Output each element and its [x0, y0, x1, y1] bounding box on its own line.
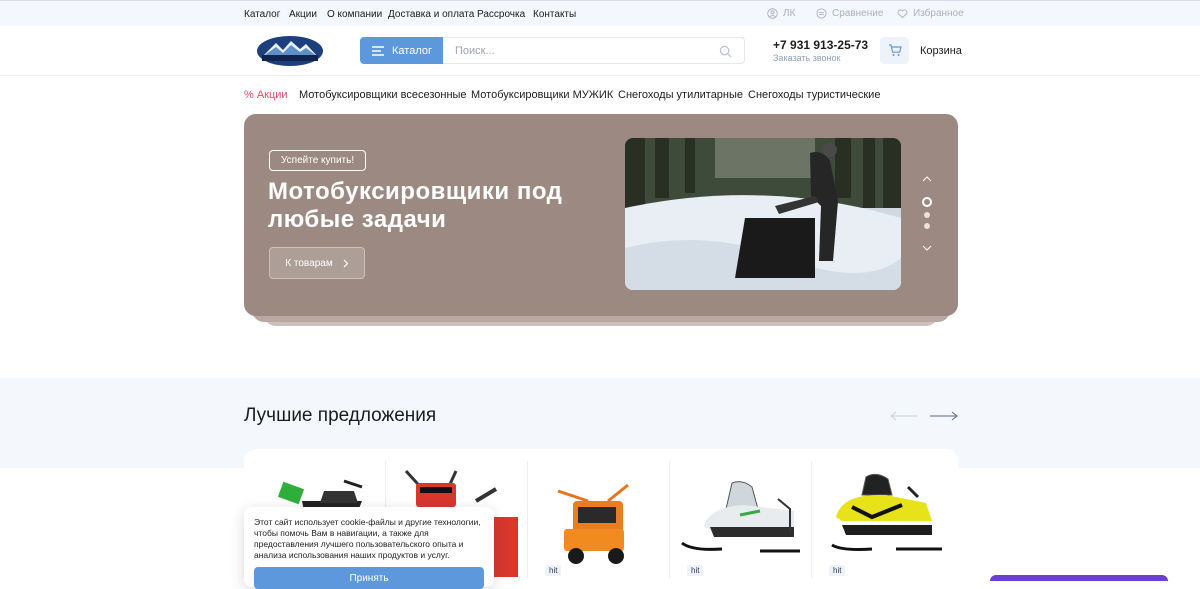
arrow-right-icon[interactable] — [930, 411, 958, 421]
product-image[interactable] — [528, 461, 670, 578]
topbar-link-installment[interactable]: Рассрочка — [477, 9, 525, 20]
slide-dot-2[interactable] — [924, 212, 930, 218]
phone-number[interactable]: +7 931 913-25-73 — [773, 38, 868, 52]
nav-item-towers-all-season[interactable]: Мотобуксировщики всесезонные — [299, 89, 467, 101]
cookie-accept-button[interactable]: Принять — [254, 567, 484, 589]
cart-icon — [888, 44, 902, 56]
product-card[interactable]: hit — [812, 461, 954, 578]
compare-icon — [816, 8, 827, 19]
topbar-link-contacts[interactable]: Контакты — [533, 9, 576, 20]
cookie-text: Этот сайт использует cookie-файлы и друг… — [254, 517, 481, 560]
best-offers-title: Лучшие предложения — [244, 405, 437, 426]
heart-icon — [897, 9, 908, 19]
cart-label[interactable]: Корзина — [920, 45, 962, 57]
hit-badge: hit — [545, 565, 562, 576]
favorites-label: Избранное — [913, 8, 964, 19]
account-link[interactable]: ЛК — [767, 8, 795, 19]
product-image[interactable] — [670, 461, 812, 578]
hero-banner: Успейте купить! Мотобуксировщики под люб… — [244, 114, 958, 316]
favorites-link[interactable]: Избранное — [897, 8, 964, 19]
hit-badge: hit — [687, 565, 704, 576]
cookie-popup: Этот сайт использует cookie-файлы и друг… — [244, 507, 494, 589]
nav-item-towers-muzhik[interactable]: Мотобуксировщики МУЖИК — [471, 89, 613, 101]
cart-button[interactable] — [880, 37, 909, 64]
callback-link[interactable]: Заказать звонок — [773, 53, 840, 63]
chevron-down-icon[interactable] — [920, 243, 934, 253]
catalog-button-label: Каталог — [392, 44, 432, 57]
catalog-button[interactable]: Каталог — [360, 37, 443, 64]
arrow-left-icon[interactable] — [890, 411, 918, 421]
chevron-right-icon — [343, 259, 349, 267]
nav-item-promo[interactable]: % Акции — [244, 89, 288, 101]
user-icon — [767, 8, 778, 19]
product-card[interactable]: hit — [528, 461, 670, 578]
product-card[interactable]: hit — [670, 461, 812, 578]
compare-label: Сравнение — [832, 8, 884, 19]
compare-link[interactable]: Сравнение — [816, 8, 883, 19]
banner-photo — [625, 138, 901, 290]
to-products-button[interactable]: К товарам — [269, 247, 365, 279]
account-label: ЛК — [783, 8, 796, 19]
top-bar: Каталог Акции О компании Доставка и опла… — [0, 0, 1200, 26]
search-input[interactable]: Поиск... — [443, 37, 745, 64]
menu-icon — [372, 45, 384, 56]
carousel-arrows — [890, 411, 958, 421]
slide-dot-1[interactable] — [922, 197, 932, 207]
banner-title: Мотобуксировщики под любые задачи — [268, 178, 563, 233]
chat-widget-tab[interactable] — [990, 575, 1168, 581]
product-image[interactable] — [812, 461, 954, 578]
topbar-link-promo[interactable]: Акции — [289, 9, 317, 20]
nav-item-snowmobiles-touring[interactable]: Снегоходы туристические — [748, 89, 880, 101]
nav-item-snowmobiles-utility[interactable]: Снегоходы утилитарные — [618, 89, 743, 101]
slide-dot-3[interactable] — [924, 223, 930, 229]
to-products-label: К товарам — [285, 257, 333, 269]
search-placeholder: Поиск... — [455, 44, 495, 57]
topbar-link-about[interactable]: О компании — [327, 9, 382, 20]
logo[interactable] — [256, 35, 324, 67]
chevron-up-icon[interactable] — [920, 174, 934, 184]
search-icon[interactable] — [719, 45, 732, 58]
hit-badge: hit — [829, 565, 846, 576]
header: Каталог Поиск... +7 931 913-25-73 Заказа… — [0, 26, 1200, 76]
banner-tag: Успейте купить! — [269, 150, 367, 171]
topbar-link-delivery[interactable]: Доставка и оплата — [388, 9, 474, 20]
topbar-link-catalog[interactable]: Каталог — [244, 9, 280, 20]
